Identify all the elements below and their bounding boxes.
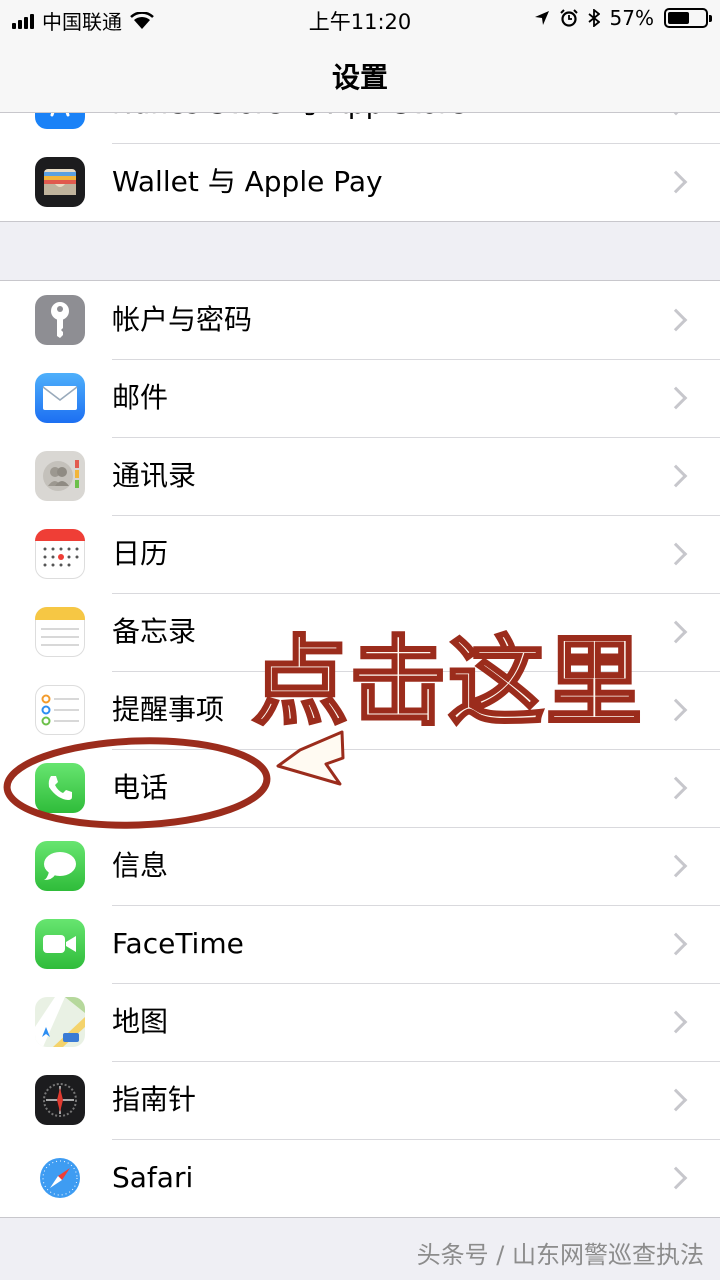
key-icon xyxy=(35,295,85,345)
compass-icon xyxy=(35,1075,85,1125)
settings-row-label: 日历 xyxy=(112,537,169,570)
chevron-right-icon xyxy=(664,386,688,410)
notes-icon xyxy=(35,607,85,657)
settings-row-calendar[interactable]: 日历 xyxy=(0,515,720,593)
battery-percent: 57% xyxy=(609,6,654,30)
chevron-right-icon xyxy=(664,776,688,800)
settings-row-messages[interactable]: 信息 xyxy=(0,827,720,905)
settings-row-label: 通讯录 xyxy=(112,459,197,492)
chevron-right-icon xyxy=(664,854,688,878)
status-bar: 中国联通 上午11:20 57% xyxy=(0,0,720,38)
settings-row-label: 邮件 xyxy=(112,381,169,414)
settings-group-apps: 帐户与密码 邮件 通讯录 日历 备忘录 提醒事项 电话 信息 FaceTime … xyxy=(0,280,720,1218)
settings-row-label: Safari xyxy=(112,1161,194,1194)
settings-row-label: 地图 xyxy=(112,1005,169,1038)
chevron-right-icon xyxy=(664,1010,688,1034)
settings-row-wallet[interactable]: Wallet 与 Apple Pay xyxy=(0,143,720,221)
settings-row-facetime[interactable]: FaceTime xyxy=(0,905,720,983)
settings-row-label: 帐户与密码 xyxy=(112,303,253,336)
settings-row-maps[interactable]: 地图 xyxy=(0,983,720,1061)
settings-row-accounts[interactable]: 帐户与密码 xyxy=(0,281,720,359)
facetime-icon xyxy=(35,919,85,969)
chevron-right-icon xyxy=(664,698,688,722)
contacts-icon xyxy=(35,451,85,501)
mail-icon xyxy=(35,373,85,423)
battery-icon xyxy=(664,8,712,28)
settings-row-label: 提醒事项 xyxy=(112,693,225,726)
chevron-right-icon xyxy=(664,1166,688,1190)
settings-row-compass[interactable]: 指南针 xyxy=(0,1061,720,1139)
watermark: 头条号 / 山东网警巡查执法 xyxy=(416,1241,704,1269)
nav-bar: 设置 xyxy=(0,38,720,113)
messages-icon xyxy=(35,841,85,891)
status-right: 57% xyxy=(534,6,712,30)
safari-icon xyxy=(35,1153,85,1203)
settings-row-label: 备忘录 xyxy=(112,615,197,648)
chevron-right-icon xyxy=(664,464,688,488)
location-icon xyxy=(534,11,549,25)
reminders-icon xyxy=(35,685,85,735)
maps-icon xyxy=(35,997,85,1047)
settings-row-label: Wallet 与 Apple Pay xyxy=(112,165,383,198)
settings-row-label: 指南针 xyxy=(112,1083,197,1116)
settings-row-label: 信息 xyxy=(112,849,169,882)
chevron-right-icon xyxy=(664,308,688,332)
chevron-right-icon xyxy=(664,620,688,644)
chevron-right-icon xyxy=(664,1088,688,1112)
chevron-right-icon xyxy=(664,542,688,566)
settings-row-mail[interactable]: 邮件 xyxy=(0,359,720,437)
settings-row-phone[interactable]: 电话 xyxy=(0,749,720,827)
calendar-icon xyxy=(35,529,85,579)
wallet-icon xyxy=(35,157,85,207)
chevron-right-icon xyxy=(664,170,688,194)
settings-row-label: 电话 xyxy=(112,771,169,804)
bluetooth-icon xyxy=(587,9,600,27)
alarm-icon xyxy=(559,9,578,27)
annotation-text: 点击这里 xyxy=(251,625,644,740)
page-title: 设置 xyxy=(331,61,388,94)
settings-row-contacts[interactable]: 通讯录 xyxy=(0,437,720,515)
settings-row-label: FaceTime xyxy=(112,927,244,960)
settings-row-safari[interactable]: Safari xyxy=(0,1139,720,1217)
battery-fill xyxy=(668,12,689,24)
phone-icon xyxy=(35,763,85,813)
chevron-right-icon xyxy=(664,932,688,956)
